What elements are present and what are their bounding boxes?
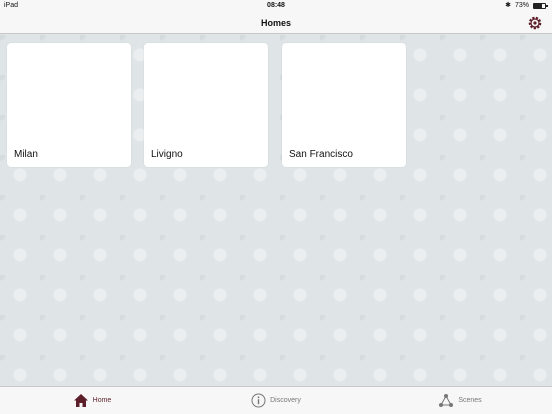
home-card-label: Livigno [151, 149, 183, 160]
status-right: ✱ 73% [505, 0, 548, 12]
settings-button[interactable] [526, 14, 544, 32]
home-card-label: Milan [14, 149, 38, 160]
home-card-label: San Francisco [289, 149, 353, 160]
status-time: 08:48 [267, 2, 285, 9]
tab-label: Scenes [458, 397, 482, 404]
navigation-bar: Homes [0, 12, 552, 34]
info-icon [251, 393, 266, 408]
gear-icon [528, 16, 542, 30]
tab-discovery[interactable]: Discovery [184, 387, 368, 414]
battery-icon [533, 3, 548, 9]
status-bar: iPad 08:48 ✱ 73% [0, 0, 552, 12]
home-card-san-francisco[interactable]: San Francisco [282, 43, 406, 167]
page-title: Homes [260, 18, 291, 28]
home-card-milan[interactable]: Milan [7, 43, 131, 167]
tab-scenes[interactable]: Scenes [368, 387, 552, 414]
house-icon [73, 394, 88, 407]
home-card-livigno[interactable]: Livigno [144, 43, 268, 167]
tab-home[interactable]: Home [0, 387, 184, 414]
bluetooth-icon: ✱ [505, 2, 511, 9]
tab-label: Discovery [270, 397, 301, 404]
tab-label: Home [92, 397, 112, 404]
network-icon [439, 394, 454, 407]
tab-bar: Home Discovery Scenes [0, 386, 552, 414]
battery-percent: 73% [514, 2, 529, 9]
battery-fill [534, 4, 543, 8]
homes-grid: Milan Livigno San Francisco [0, 35, 552, 386]
